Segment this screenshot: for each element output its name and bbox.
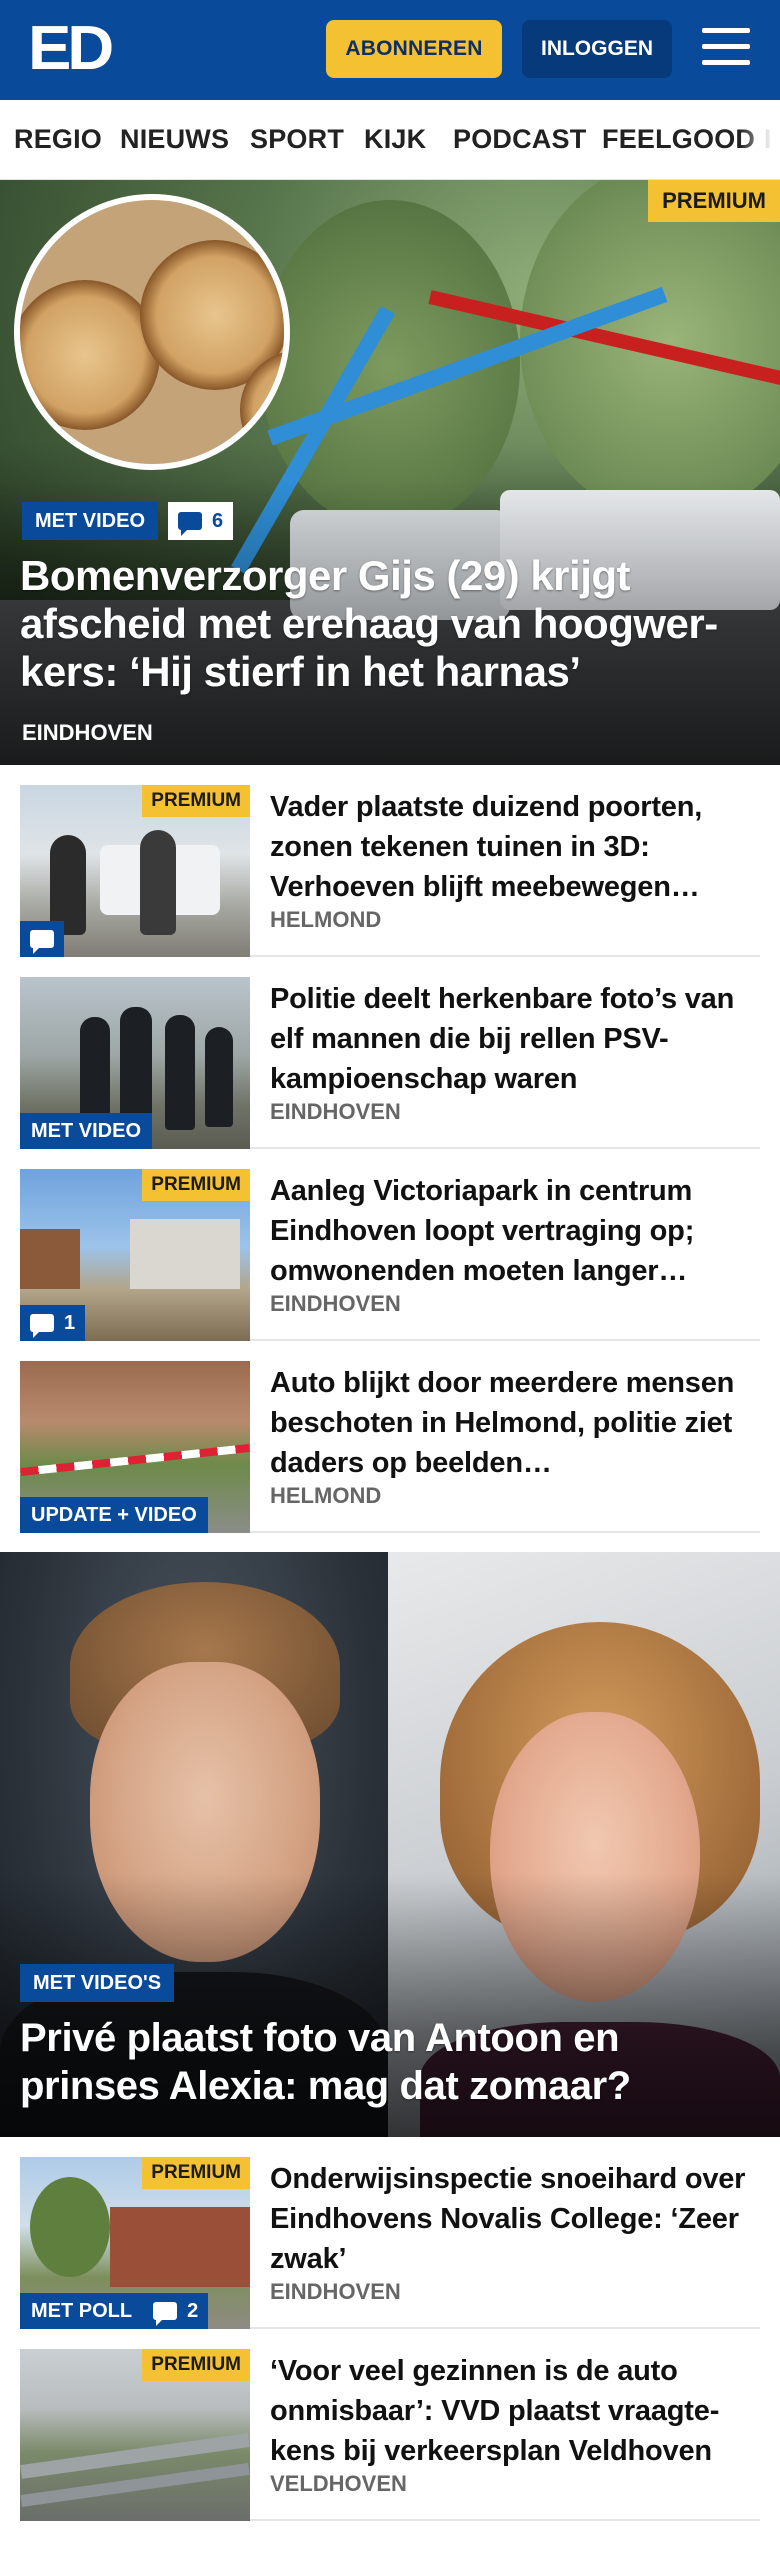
thumbnail-building: [110, 2207, 250, 2287]
thumbnail-person: [120, 1007, 152, 1127]
thumbnail-tags: 1: [20, 1305, 86, 1341]
thumbnail-tags: MET POLL 2: [20, 2293, 209, 2329]
article-thumbnail: PREMIUM: [20, 785, 250, 957]
section-nav: REGIO NIEUWS SPORT KIJK PODCAST FEELGOOD…: [0, 100, 780, 180]
nav-item-nieuws[interactable]: NIEUWS: [120, 124, 229, 155]
nav-item-kijk[interactable]: KIJK: [364, 124, 426, 155]
comment-count-value: 2: [187, 2299, 199, 2322]
comment-count-value: 6: [212, 509, 224, 532]
hero-article[interactable]: PREMIUM MET VIDEO 6 Bomenverzorger Gijs …: [0, 180, 780, 765]
nav-scroll-fade: [740, 100, 780, 179]
comment-count[interactable]: [20, 921, 64, 957]
thumbnail-person: [80, 1017, 110, 1127]
thumbnail-person: [140, 830, 176, 935]
article-location: HELMOND: [270, 1483, 382, 1508]
article-thumbnail: UPDATE + VIDEO: [20, 1361, 250, 1533]
article-thumbnail: PREMIUM MET POLL 2: [20, 2157, 250, 2329]
hero-inset-image: [14, 194, 290, 470]
article-location: EINDHOVEN: [270, 2279, 401, 2304]
comment-icon: [153, 2302, 178, 2326]
premium-badge: PREMIUM: [142, 785, 250, 817]
thumbnail-tree: [30, 2177, 110, 2277]
nav-item-feelgood[interactable]: FEELGOOD: [602, 124, 755, 155]
article-location: EINDHOVEN: [270, 1099, 401, 1124]
comment-icon: [30, 1314, 54, 1338]
article-location: HELMOND: [270, 907, 382, 932]
login-button[interactable]: INLOGGEN: [522, 20, 672, 78]
comment-icon: [30, 930, 54, 954]
list-item[interactable]: MET VIDEO Politie deelt herkenbare foto’…: [20, 957, 760, 1149]
video-tag: MET VIDEO: [22, 502, 159, 540]
list-item[interactable]: PREMIUM ‘Voor veel gezinnen is de auto o…: [20, 2329, 760, 2521]
nav-item-sport[interactable]: SPORT: [250, 124, 344, 155]
nav-item-regio[interactable]: REGIO: [14, 124, 102, 155]
thumbnail-tags: [20, 921, 64, 957]
premium-badge: PREMIUM: [142, 2157, 250, 2189]
comment-count[interactable]: 6: [168, 502, 234, 540]
feature-article[interactable]: MET VIDEO'S Privé plaatst foto van Antoo…: [0, 1552, 780, 2137]
article-headline[interactable]: Aanleg Victoriapark in centrum Eindhoven…: [270, 1171, 750, 1291]
hero-tags: MET VIDEO 6: [22, 502, 234, 540]
article-thumbnail: PREMIUM 1: [20, 1169, 250, 1341]
article-location: EINDHOVEN: [270, 1291, 401, 1316]
premium-badge: PREMIUM: [142, 2349, 250, 2381]
menu-icon[interactable]: [700, 24, 752, 72]
thumbnail-tags: MET VIDEO: [20, 1113, 153, 1149]
list-item[interactable]: PREMIUM MET POLL 2 Onderwijsinspectie sn…: [20, 2137, 760, 2329]
comment-count[interactable]: 2: [143, 2293, 209, 2329]
article-headline[interactable]: Politie deelt herkenbare foto’s van elf …: [270, 979, 750, 1099]
article-thumbnail: PREMIUM: [20, 2349, 250, 2521]
comment-count[interactable]: 1: [20, 1305, 86, 1341]
thumbnail-person: [205, 1027, 233, 1127]
top-bar: ED ABONNEREN INLOGGEN: [0, 0, 780, 100]
article-headline[interactable]: ‘Voor veel gezinnen is de auto onmisbaar…: [270, 2351, 750, 2471]
thumbnail-person: [165, 1015, 195, 1130]
nav-item-podcast[interactable]: PODCAST: [453, 124, 586, 155]
thumbnail-tags: UPDATE + VIDEO: [20, 1497, 208, 1533]
feature-headline[interactable]: Privé plaatst foto van Antoon en prinses…: [20, 2014, 760, 2110]
thumbnail-building: [20, 1229, 80, 1289]
comment-count-value: 1: [64, 1311, 76, 1334]
hero-headline[interactable]: Bomenverzorger Gijs (29) krijgt afscheid…: [20, 552, 760, 696]
list-item[interactable]: PREMIUM Vader plaatste duizend poorten, …: [20, 765, 760, 957]
list-item[interactable]: UPDATE + VIDEO Auto blijkt door meerdere…: [20, 1341, 760, 1533]
article-thumbnail: MET VIDEO: [20, 977, 250, 1149]
premium-badge: PREMIUM: [648, 180, 780, 222]
article-headline[interactable]: Auto blijkt door meerdere mensen beschot…: [270, 1363, 750, 1483]
comment-icon: [178, 512, 203, 536]
premium-badge: PREMIUM: [142, 1169, 250, 1201]
video-tag: MET VIDEO: [20, 1113, 153, 1149]
thumbnail-building: [130, 1219, 240, 1289]
poll-tag: MET POLL: [20, 2293, 144, 2329]
wood-slice: [20, 280, 160, 430]
article-location: VELDHOVEN: [270, 2471, 407, 2496]
article-headline[interactable]: Onderwijsinspectie snoeihard over Eindho…: [270, 2159, 750, 2279]
video-tag: MET VIDEO'S: [20, 1964, 175, 2002]
thumbnail-person: [50, 835, 86, 935]
update-video-tag: UPDATE + VIDEO: [20, 1497, 208, 1533]
list-item[interactable]: PREMIUM 1 Aanleg Victoriapark in centrum…: [20, 1149, 760, 1341]
feature-tags: MET VIDEO'S: [20, 1964, 175, 2002]
article-headline[interactable]: Vader plaatste duizend poorten, zonen te…: [270, 787, 750, 907]
site-logo[interactable]: ED: [28, 18, 114, 80]
subscribe-button[interactable]: ABONNEREN: [326, 20, 502, 78]
hero-location: EINDHOVEN: [22, 720, 153, 745]
